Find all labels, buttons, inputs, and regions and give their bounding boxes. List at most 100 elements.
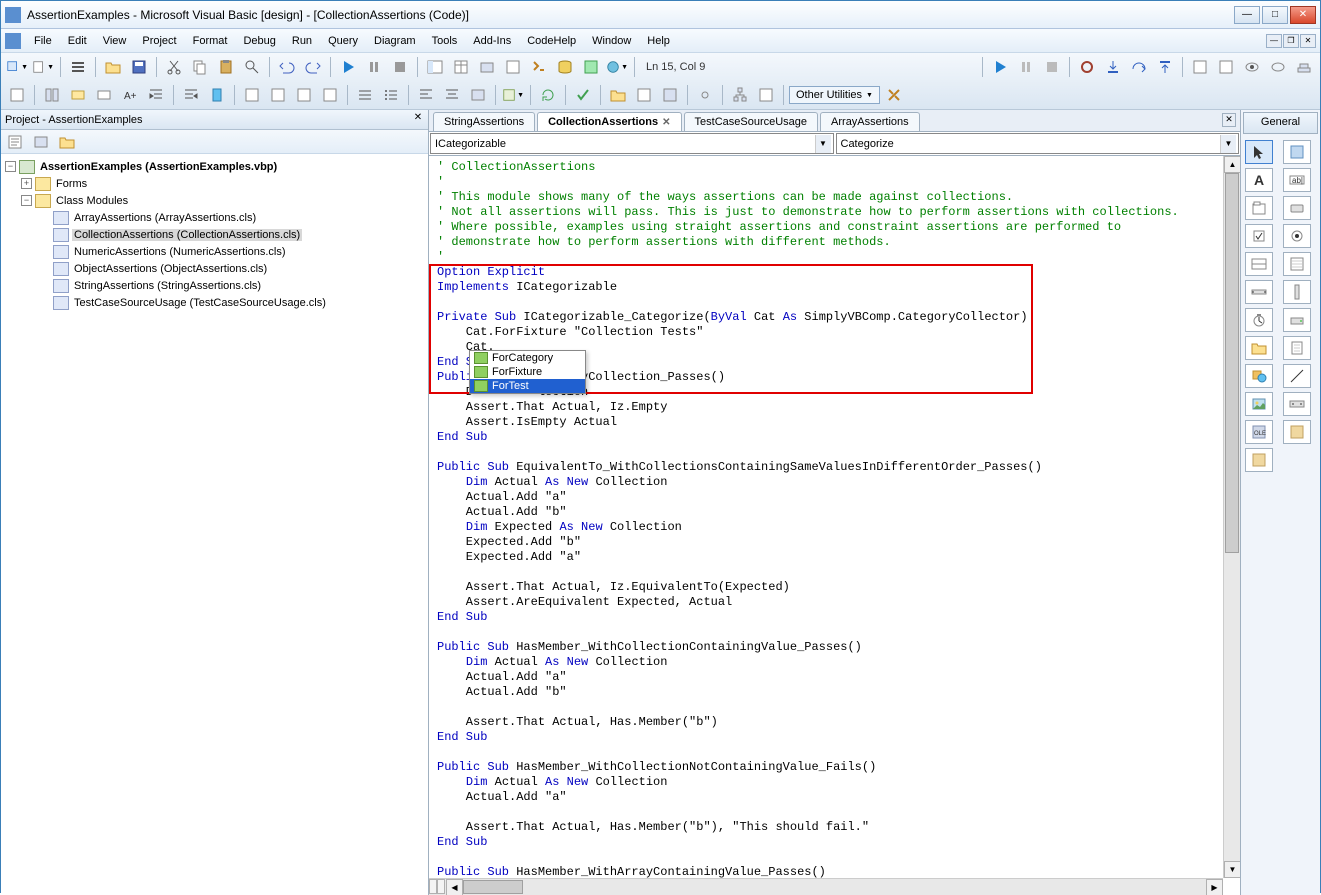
menu-edit[interactable]: Edit: [61, 32, 94, 50]
data-tool[interactable]: [1283, 392, 1311, 416]
copy-button[interactable]: [188, 56, 212, 78]
clear-bookmarks-button[interactable]: [292, 84, 316, 106]
horizontal-scrollbar[interactable]: ◀ ▶: [429, 878, 1223, 895]
step-over-button[interactable]: [1127, 56, 1151, 78]
menu-view[interactable]: View: [96, 32, 134, 50]
frame-tool[interactable]: [1245, 196, 1273, 220]
timer-tool[interactable]: [1245, 308, 1273, 332]
expand-icon[interactable]: −: [21, 195, 32, 206]
list-constants-button[interactable]: [40, 84, 64, 106]
intellisense-item[interactable]: ForTest: [470, 379, 585, 393]
mdi-minimize-button[interactable]: —: [1266, 34, 1282, 48]
align-center-button[interactable]: [440, 84, 464, 106]
list-properties-button[interactable]: [5, 84, 29, 106]
step-out-button[interactable]: [1153, 56, 1177, 78]
project-tree[interactable]: − AssertionExamples (AssertionExamples.v…: [1, 154, 428, 895]
filelistbox-tool[interactable]: [1283, 336, 1311, 360]
toggle-bookmark-button[interactable]: [205, 84, 229, 106]
step-into-button[interactable]: [1101, 56, 1125, 78]
object-combo[interactable]: ICategorizable▼: [430, 133, 834, 154]
tools-button[interactable]: [882, 84, 906, 106]
mdi-close-button[interactable]: ✕: [1300, 34, 1316, 48]
drivelistbox-tool[interactable]: [1283, 308, 1311, 332]
find-button[interactable]: [240, 56, 264, 78]
undo-button[interactable]: [275, 56, 299, 78]
tree-class-item[interactable]: CollectionAssertions (CollectionAssertio…: [5, 226, 424, 243]
optionbutton-tool[interactable]: [1283, 224, 1311, 248]
next-bookmark-button[interactable]: [240, 84, 264, 106]
textbox-tool[interactable]: ab|: [1283, 168, 1311, 192]
prev-bookmark-button[interactable]: [266, 84, 290, 106]
procedure-view-button[interactable]: [429, 879, 437, 894]
commandbutton-tool[interactable]: [1283, 196, 1311, 220]
start-button[interactable]: [336, 56, 360, 78]
tree-class-item[interactable]: ArrayAssertions (ArrayAssertions.cls): [5, 209, 424, 226]
tree-class-item[interactable]: StringAssertions (StringAssertions.cls): [5, 277, 424, 294]
add-project-button[interactable]: ▼: [5, 56, 29, 78]
redo-button[interactable]: [301, 56, 325, 78]
tab-stringassertions[interactable]: StringAssertions: [433, 112, 535, 131]
scroll-down-button[interactable]: ▼: [1224, 861, 1240, 878]
dirlistbox-tool[interactable]: [1245, 336, 1273, 360]
picturebox-tool[interactable]: [1283, 140, 1311, 164]
folder-button[interactable]: [606, 84, 630, 106]
ole-tool[interactable]: OLE: [1245, 420, 1273, 444]
quick-info-button[interactable]: [66, 84, 90, 106]
intellisense-popup[interactable]: ForCategory ForFixture ForTest: [469, 350, 586, 394]
end-button[interactable]: [388, 56, 412, 78]
image-tool[interactable]: [1245, 392, 1273, 416]
custom-tool-2[interactable]: [1245, 448, 1273, 472]
form-button[interactable]: [658, 84, 682, 106]
tree-class-item[interactable]: ObjectAssertions (ObjectAssertions.cls): [5, 260, 424, 277]
minimize-button[interactable]: —: [1234, 6, 1260, 24]
comment-block-button[interactable]: [318, 84, 342, 106]
checkbox-tool[interactable]: [1245, 224, 1273, 248]
view-object-button[interactable]: [29, 131, 53, 153]
add-item-button[interactable]: ▼: [31, 56, 55, 78]
object-browser-button[interactable]: [501, 56, 525, 78]
tree-folder-forms[interactable]: + Forms: [5, 175, 424, 192]
listbox-tool[interactable]: [1283, 252, 1311, 276]
module-button[interactable]: [632, 84, 656, 106]
outdent-button[interactable]: [179, 84, 203, 106]
cut-button[interactable]: [162, 56, 186, 78]
refresh-button[interactable]: [536, 84, 560, 106]
properties-window-button[interactable]: [449, 56, 473, 78]
procedure-combo[interactable]: Categorize▼: [836, 133, 1240, 154]
tree-button[interactable]: [728, 84, 752, 106]
code-viewport[interactable]: ' CollectionAssertions ' ' This module s…: [429, 156, 1240, 895]
data-view-button[interactable]: [553, 56, 577, 78]
tabs-close-button[interactable]: ✕: [1222, 113, 1236, 127]
view-code-button[interactable]: [3, 131, 27, 153]
breakpoint-button[interactable]: [1075, 56, 1099, 78]
link-button[interactable]: [693, 84, 717, 106]
maximize-button[interactable]: □: [1262, 6, 1288, 24]
menu-project[interactable]: Project: [135, 32, 183, 50]
menu-help[interactable]: Help: [640, 32, 677, 50]
toggle-folders-button[interactable]: [55, 131, 79, 153]
menu-window[interactable]: Window: [585, 32, 638, 50]
tree-class-item[interactable]: TestCaseSourceUsage (TestCaseSourceUsage…: [5, 294, 424, 311]
combobox-tool[interactable]: [1245, 252, 1273, 276]
dropdown-arrow-icon[interactable]: ▼: [815, 135, 831, 153]
code-content[interactable]: ' CollectionAssertions ' ' This module s…: [437, 160, 1179, 895]
tab-close-icon[interactable]: ✕: [662, 117, 670, 128]
immediate-button[interactable]: [1214, 56, 1238, 78]
mdi-restore-button[interactable]: ❐: [1283, 34, 1299, 48]
scroll-thumb[interactable]: [1225, 173, 1239, 553]
tab-collectionassertions[interactable]: CollectionAssertions✕: [537, 112, 681, 131]
menu-file[interactable]: File: [27, 32, 59, 50]
menu-tools[interactable]: Tools: [425, 32, 465, 50]
dropdown-arrow-icon[interactable]: ▼: [1220, 135, 1236, 153]
vertical-scrollbar[interactable]: ▲ ▼: [1223, 156, 1240, 878]
project-explorer-button[interactable]: [423, 56, 447, 78]
menu-format[interactable]: Format: [186, 32, 235, 50]
scroll-thumb[interactable]: [463, 880, 523, 894]
form-layout-button[interactable]: [475, 56, 499, 78]
line-tool[interactable]: [1283, 364, 1311, 388]
toolbox-button[interactable]: [527, 56, 551, 78]
indent-button[interactable]: [144, 84, 168, 106]
complete-word-button[interactable]: A+: [118, 84, 142, 106]
menu-codehelp[interactable]: CodeHelp: [520, 32, 583, 50]
menu-addins[interactable]: Add-Ins: [466, 32, 518, 50]
